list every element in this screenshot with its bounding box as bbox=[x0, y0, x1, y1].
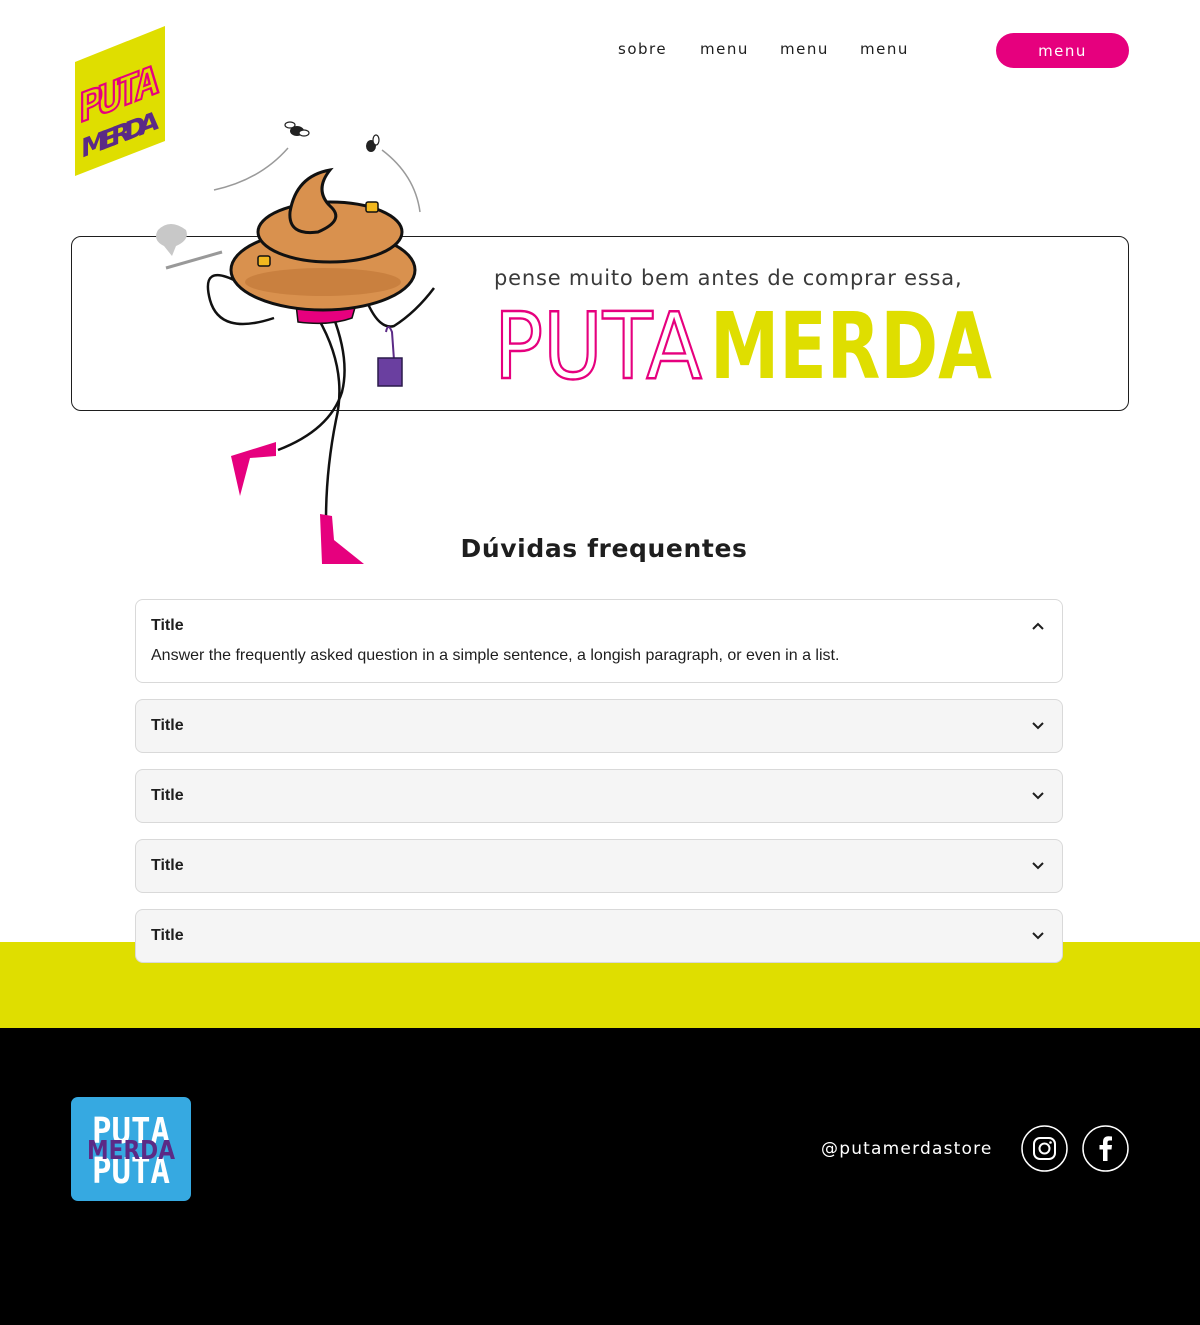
poop-mascot-illustration bbox=[156, 121, 435, 564]
faq-item-title: Title bbox=[151, 857, 184, 874]
instagram-icon[interactable] bbox=[1021, 1125, 1068, 1172]
footer-social-handle[interactable]: @putamerdastore bbox=[821, 1139, 993, 1159]
faq-item-title: Title bbox=[151, 927, 184, 944]
hero-tagline: pense muito bem antes de comprar essa, bbox=[494, 266, 963, 290]
faq-item-title: Title bbox=[151, 787, 184, 804]
hero-wordmark-outline: PUTA bbox=[494, 302, 702, 382]
nav-link-menu-2[interactable]: menu bbox=[780, 40, 829, 58]
chevron-down-icon[interactable] bbox=[1030, 858, 1046, 874]
chevron-down-icon[interactable] bbox=[1030, 718, 1046, 734]
nav-cta-button[interactable]: menu bbox=[996, 33, 1129, 68]
faq-item-2[interactable]: Title bbox=[135, 699, 1063, 753]
footer-brand-logo[interactable]: PUTA PUTA MERDA bbox=[71, 1097, 191, 1201]
chevron-down-icon[interactable] bbox=[1030, 928, 1046, 944]
hero-wordmark: PUTA MERDA bbox=[493, 302, 992, 382]
faq-item-1[interactable]: Title Answer the frequently asked questi… bbox=[135, 599, 1063, 683]
faq-item-3[interactable]: Title bbox=[135, 769, 1063, 823]
nav-link-menu-3[interactable]: menu bbox=[860, 40, 909, 58]
fly-icon bbox=[366, 134, 380, 152]
faq-item-5[interactable]: Title bbox=[135, 909, 1063, 963]
hero-wordmark-solid: MERDA bbox=[710, 302, 992, 382]
faq-item-answer: Answer the frequently asked question in … bbox=[151, 647, 840, 664]
faq-item-4[interactable]: Title bbox=[135, 839, 1063, 893]
faq-item-title: Title bbox=[151, 617, 184, 634]
faq-heading: Dúvidas frequentes bbox=[460, 534, 748, 563]
facebook-icon[interactable] bbox=[1082, 1125, 1129, 1172]
chevron-up-icon[interactable] bbox=[1030, 618, 1046, 634]
faq-item-title: Title bbox=[151, 717, 184, 734]
nav-link-menu-1[interactable]: menu bbox=[700, 40, 749, 58]
fly-icon bbox=[284, 121, 310, 137]
chevron-down-icon[interactable] bbox=[1030, 788, 1046, 804]
svg-text:MERDA: MERDA bbox=[87, 1136, 175, 1166]
nav-link-sobre[interactable]: sobre bbox=[618, 40, 667, 58]
